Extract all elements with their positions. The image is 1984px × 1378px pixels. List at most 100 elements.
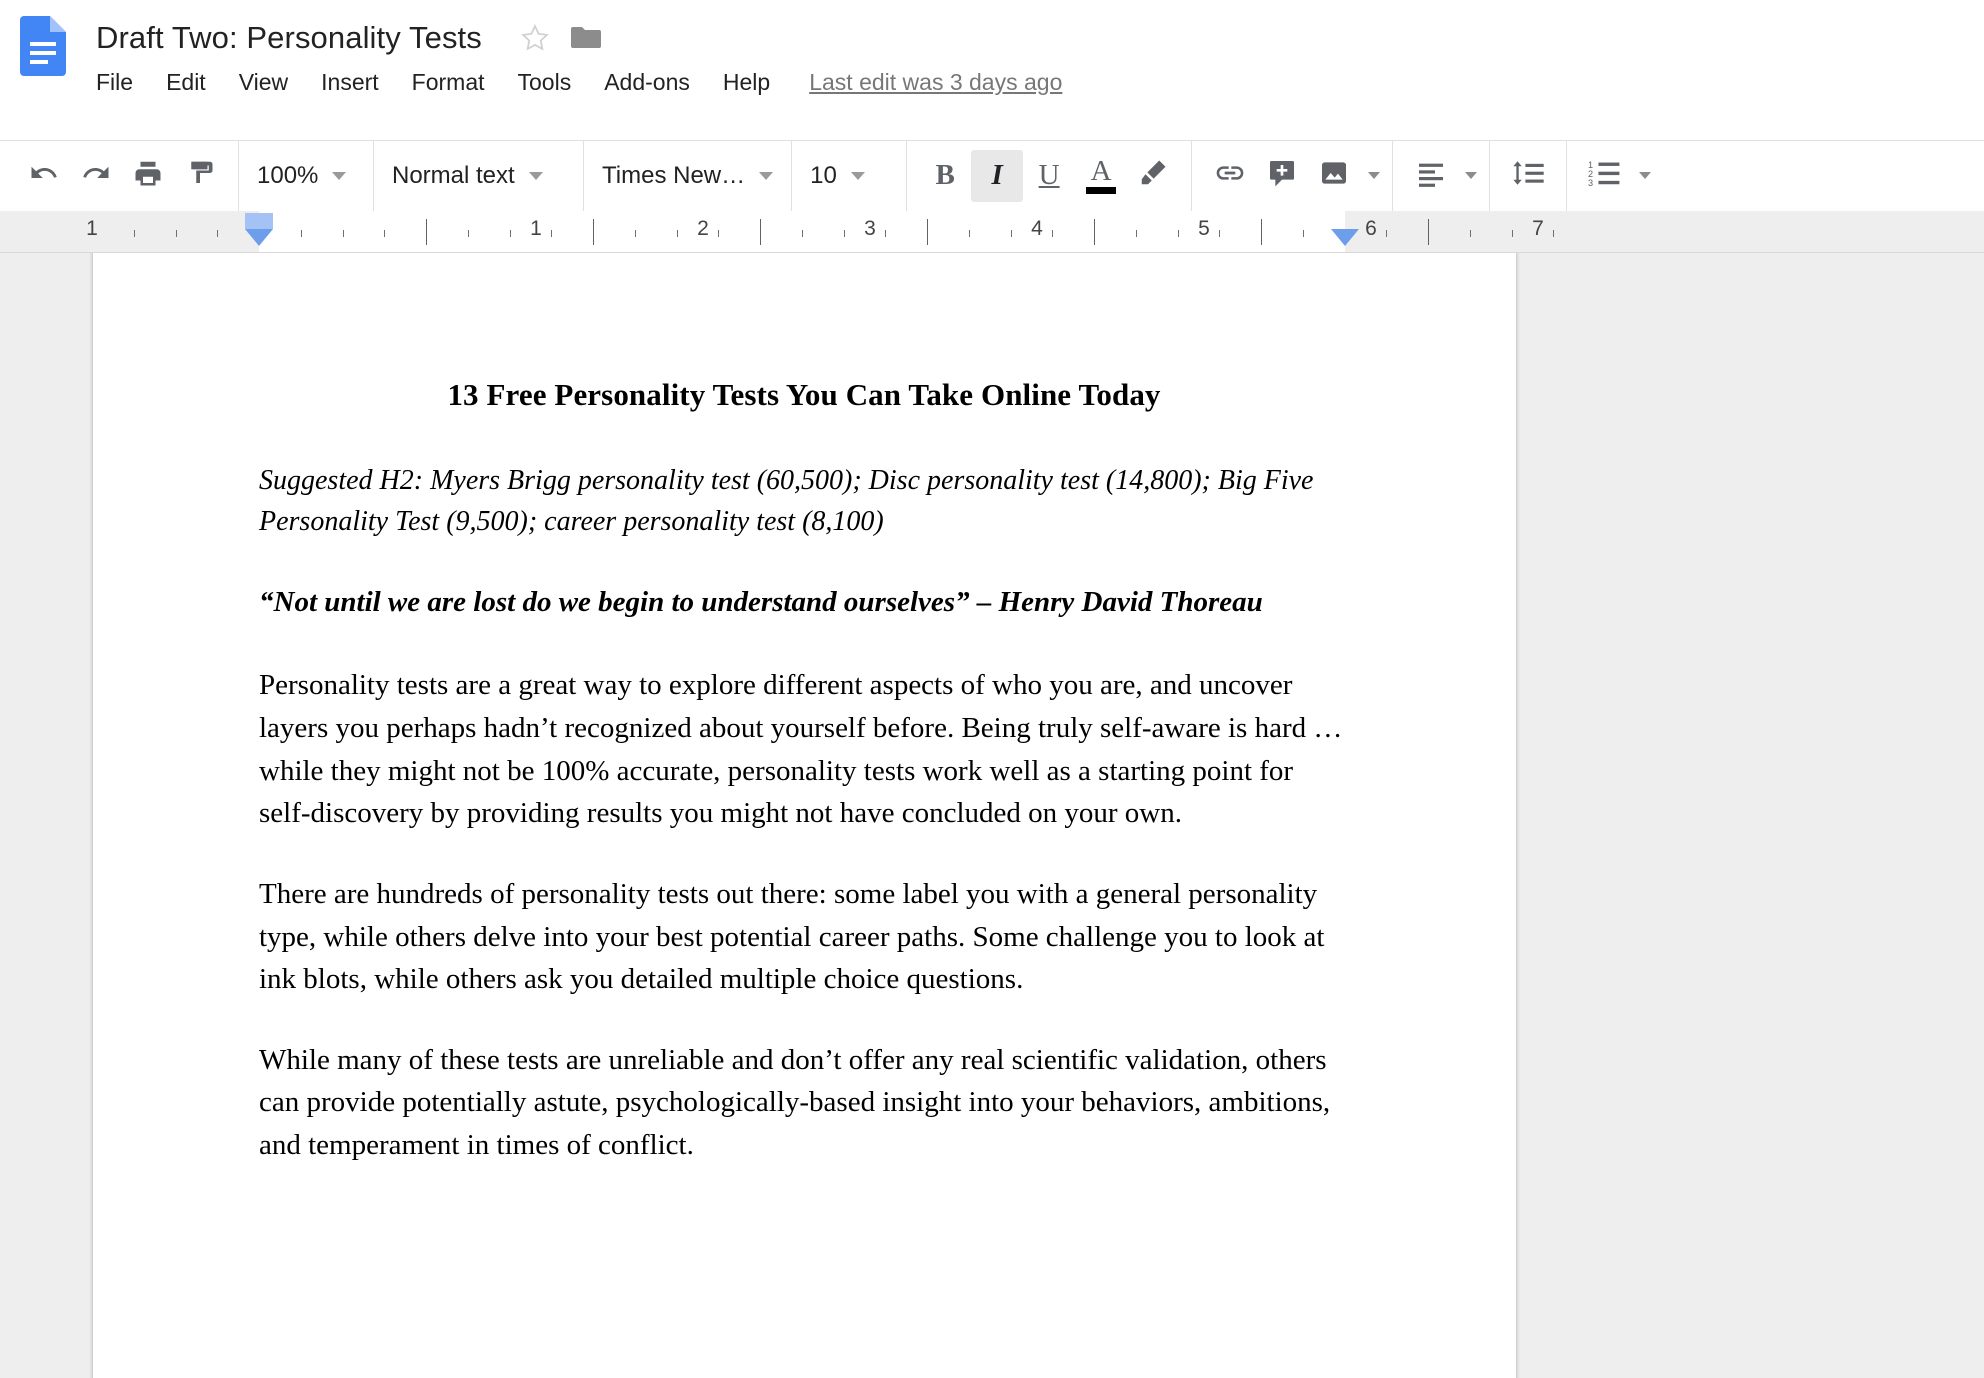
first-line-indent-marker[interactable]: [245, 213, 273, 229]
ruler-ticks: 11234567: [0, 211, 1984, 253]
align-left-icon: [1415, 157, 1447, 194]
document-page[interactable]: 13 Free Personality Tests You Can Take O…: [93, 253, 1516, 1378]
paint-format-button[interactable]: [174, 150, 226, 202]
text-color-button[interactable]: A: [1075, 150, 1127, 202]
font-size-select[interactable]: 10: [804, 150, 894, 202]
svg-text:3: 3: [1588, 178, 1593, 188]
toolbar-group-zoom: 100%: [239, 141, 374, 211]
zoom-select[interactable]: 100%: [251, 150, 361, 202]
ruler-minor-tick: [1470, 230, 1471, 237]
ruler-minor-tick: [1052, 230, 1053, 237]
document-body[interactable]: 13 Free Personality Tests You Can Take O…: [259, 377, 1349, 1167]
document-canvas[interactable]: 13 Free Personality Tests You Can Take O…: [0, 253, 1984, 1378]
insert-link-button[interactable]: [1204, 150, 1256, 202]
chevron-down-icon: [759, 172, 773, 180]
font-size-value: 10: [810, 150, 837, 202]
text-color-swatch: [1086, 187, 1116, 194]
font-family-value: Times New…: [602, 150, 745, 202]
star-outline-icon[interactable]: [520, 23, 550, 53]
ruler-major-tick: [1094, 219, 1095, 245]
align-button[interactable]: [1405, 150, 1457, 202]
underline-button[interactable]: U: [1023, 150, 1075, 202]
chevron-down-icon[interactable]: [1465, 172, 1477, 179]
bold-label: B: [935, 161, 954, 190]
print-icon: [133, 158, 163, 193]
chevron-down-icon: [529, 172, 543, 180]
insert-link-icon: [1214, 157, 1246, 194]
ruler-major-tick: [593, 219, 594, 245]
font-family-select[interactable]: Times New…: [596, 150, 779, 202]
redo-icon: [81, 158, 111, 193]
italic-button[interactable]: I: [971, 150, 1023, 202]
menu-item-tools[interactable]: Tools: [518, 62, 572, 102]
toolbar-group-insert: [1192, 141, 1393, 211]
ruler-minor-tick: [969, 230, 970, 237]
zoom-value: 100%: [257, 150, 318, 202]
app-header: Draft Two: Personality Tests File Edit V…: [0, 0, 1984, 138]
highlight-color-button[interactable]: [1127, 150, 1179, 202]
menu-item-format[interactable]: Format: [412, 62, 485, 102]
ruler-minor-tick: [343, 230, 344, 237]
numbered-list-icon: 1 2 3: [1588, 157, 1622, 194]
left-indent-marker[interactable]: [245, 229, 273, 246]
body-paragraph: While many of these tests are unreliable…: [259, 1039, 1349, 1167]
toolbar-group-history: [0, 141, 239, 211]
menu-item-view[interactable]: View: [239, 62, 288, 102]
print-button[interactable]: [122, 150, 174, 202]
ruler[interactable]: 11234567: [0, 211, 1984, 253]
ruler-minor-tick: [1178, 230, 1179, 237]
ruler-minor-tick: [468, 230, 469, 237]
ruler-minor-tick: [1303, 230, 1304, 237]
menu-item-edit[interactable]: Edit: [166, 62, 206, 102]
menu-item-help[interactable]: Help: [723, 62, 770, 102]
ruler-minor-tick: [677, 230, 678, 237]
ruler-major-tick: [927, 219, 928, 245]
toolbar-group-font: Times New…: [584, 141, 792, 211]
toolbar-group-font-size: 10: [792, 141, 907, 211]
line-spacing-icon: [1511, 157, 1545, 194]
chevron-down-icon: [851, 172, 865, 180]
formatting-toolbar: 100% Normal text Times New… 10 B I U: [0, 140, 1984, 210]
underline-label: U: [1039, 161, 1060, 190]
suggested-h2-note: Suggested H2: Myers Brigg personality te…: [259, 460, 1349, 542]
italic-label: I: [991, 161, 1002, 190]
ruler-minor-tick: [1011, 230, 1012, 237]
highlight-pen-icon: [1138, 158, 1168, 193]
add-comment-icon: [1266, 157, 1298, 194]
ruler-minor-tick: [384, 230, 385, 237]
menu-item-file[interactable]: File: [96, 62, 133, 102]
chevron-down-icon[interactable]: [1639, 172, 1651, 179]
undo-button[interactable]: [18, 150, 70, 202]
ruler-minor-tick: [176, 230, 177, 237]
ruler-number: 1: [86, 217, 98, 241]
paragraph-style-select[interactable]: Normal text: [386, 150, 571, 202]
menu-item-addons[interactable]: Add-ons: [604, 62, 690, 102]
insert-image-button[interactable]: [1308, 150, 1360, 202]
toolbar-group-align: [1393, 141, 1490, 211]
ruler-minor-tick: [1512, 230, 1513, 237]
bold-button[interactable]: B: [919, 150, 971, 202]
chevron-down-icon[interactable]: [1368, 172, 1380, 179]
folder-icon[interactable]: [570, 25, 602, 51]
line-spacing-button[interactable]: [1502, 150, 1554, 202]
ruler-number: 7: [1532, 217, 1544, 241]
ruler-minor-tick: [510, 230, 511, 237]
numbered-list-button[interactable]: 1 2 3: [1579, 150, 1631, 202]
ruler-number: 5: [1198, 217, 1210, 241]
body-paragraph: Personality tests are a great way to exp…: [259, 664, 1349, 835]
ruler-number: 1: [530, 217, 542, 241]
text-color-label: A: [1091, 157, 1112, 185]
google-docs-icon[interactable]: [20, 16, 66, 76]
document-title[interactable]: Draft Two: Personality Tests: [96, 16, 482, 60]
pull-quote: “Not until we are lost do we begin to un…: [259, 582, 1349, 623]
redo-button[interactable]: [70, 150, 122, 202]
menu-item-insert[interactable]: Insert: [321, 62, 379, 102]
toolbar-group-text-format: B I U A: [907, 141, 1192, 211]
ruler-major-tick: [760, 219, 761, 245]
ruler-minor-tick: [1553, 230, 1554, 237]
last-edit-link[interactable]: Last edit was 3 days ago: [809, 62, 1062, 102]
add-comment-button[interactable]: [1256, 150, 1308, 202]
right-indent-marker[interactable]: [1331, 229, 1359, 246]
paint-format-icon: [185, 158, 215, 193]
ruler-number: 2: [697, 217, 709, 241]
